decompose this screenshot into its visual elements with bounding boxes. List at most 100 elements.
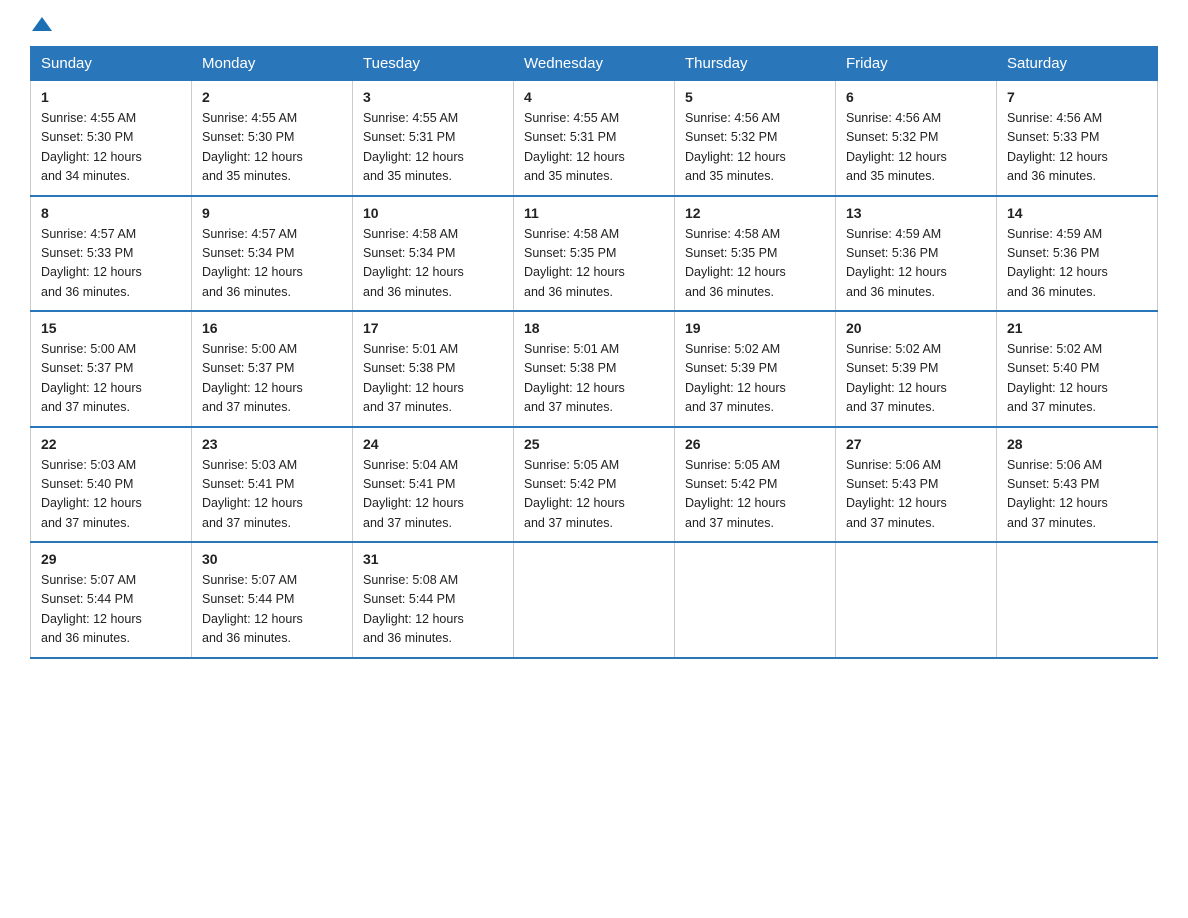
day-info: Sunrise: 5:00 AM Sunset: 5:37 PM Dayligh… bbox=[41, 340, 181, 418]
day-number: 31 bbox=[363, 551, 503, 567]
day-number: 2 bbox=[202, 89, 342, 105]
day-info: Sunrise: 4:56 AM Sunset: 5:32 PM Dayligh… bbox=[685, 109, 825, 187]
calendar-cell: 27 Sunrise: 5:06 AM Sunset: 5:43 PM Dayl… bbox=[836, 427, 997, 543]
calendar-cell: 11 Sunrise: 4:58 AM Sunset: 5:35 PM Dayl… bbox=[514, 196, 675, 312]
day-info: Sunrise: 4:56 AM Sunset: 5:32 PM Dayligh… bbox=[846, 109, 986, 187]
day-number: 13 bbox=[846, 205, 986, 221]
day-number: 18 bbox=[524, 320, 664, 336]
day-info: Sunrise: 5:02 AM Sunset: 5:39 PM Dayligh… bbox=[846, 340, 986, 418]
day-info: Sunrise: 5:01 AM Sunset: 5:38 PM Dayligh… bbox=[363, 340, 503, 418]
day-number: 28 bbox=[1007, 436, 1147, 452]
calendar-cell: 18 Sunrise: 5:01 AM Sunset: 5:38 PM Dayl… bbox=[514, 311, 675, 427]
calendar-cell: 20 Sunrise: 5:02 AM Sunset: 5:39 PM Dayl… bbox=[836, 311, 997, 427]
calendar-cell: 13 Sunrise: 4:59 AM Sunset: 5:36 PM Dayl… bbox=[836, 196, 997, 312]
calendar-cell: 29 Sunrise: 5:07 AM Sunset: 5:44 PM Dayl… bbox=[31, 542, 192, 658]
page-header bbox=[30, 20, 1158, 34]
day-info: Sunrise: 4:55 AM Sunset: 5:30 PM Dayligh… bbox=[41, 109, 181, 187]
day-number: 3 bbox=[363, 89, 503, 105]
calendar-table: Sunday Monday Tuesday Wednesday Thursday… bbox=[30, 46, 1158, 659]
day-info: Sunrise: 5:07 AM Sunset: 5:44 PM Dayligh… bbox=[41, 571, 181, 649]
day-info: Sunrise: 5:08 AM Sunset: 5:44 PM Dayligh… bbox=[363, 571, 503, 649]
calendar-cell: 2 Sunrise: 4:55 AM Sunset: 5:30 PM Dayli… bbox=[192, 81, 353, 196]
calendar-cell: 23 Sunrise: 5:03 AM Sunset: 5:41 PM Dayl… bbox=[192, 427, 353, 543]
day-info: Sunrise: 4:55 AM Sunset: 5:31 PM Dayligh… bbox=[363, 109, 503, 187]
logo bbox=[30, 20, 52, 34]
day-info: Sunrise: 4:55 AM Sunset: 5:30 PM Dayligh… bbox=[202, 109, 342, 187]
calendar-cell: 7 Sunrise: 4:56 AM Sunset: 5:33 PM Dayli… bbox=[997, 81, 1158, 196]
calendar-cell: 22 Sunrise: 5:03 AM Sunset: 5:40 PM Dayl… bbox=[31, 427, 192, 543]
day-number: 20 bbox=[846, 320, 986, 336]
calendar-cell: 8 Sunrise: 4:57 AM Sunset: 5:33 PM Dayli… bbox=[31, 196, 192, 312]
day-info: Sunrise: 5:02 AM Sunset: 5:39 PM Dayligh… bbox=[685, 340, 825, 418]
day-number: 22 bbox=[41, 436, 181, 452]
day-number: 8 bbox=[41, 205, 181, 221]
day-number: 26 bbox=[685, 436, 825, 452]
day-info: Sunrise: 5:06 AM Sunset: 5:43 PM Dayligh… bbox=[1007, 456, 1147, 534]
day-number: 1 bbox=[41, 89, 181, 105]
calendar-cell: 25 Sunrise: 5:05 AM Sunset: 5:42 PM Dayl… bbox=[514, 427, 675, 543]
day-number: 15 bbox=[41, 320, 181, 336]
col-monday: Monday bbox=[192, 47, 353, 81]
col-friday: Friday bbox=[836, 47, 997, 81]
calendar-header-row: Sunday Monday Tuesday Wednesday Thursday… bbox=[31, 47, 1158, 81]
day-info: Sunrise: 4:59 AM Sunset: 5:36 PM Dayligh… bbox=[846, 225, 986, 303]
day-number: 30 bbox=[202, 551, 342, 567]
day-info: Sunrise: 4:59 AM Sunset: 5:36 PM Dayligh… bbox=[1007, 225, 1147, 303]
calendar-cell: 6 Sunrise: 4:56 AM Sunset: 5:32 PM Dayli… bbox=[836, 81, 997, 196]
day-info: Sunrise: 4:56 AM Sunset: 5:33 PM Dayligh… bbox=[1007, 109, 1147, 187]
day-number: 10 bbox=[363, 205, 503, 221]
day-info: Sunrise: 5:02 AM Sunset: 5:40 PM Dayligh… bbox=[1007, 340, 1147, 418]
day-info: Sunrise: 5:00 AM Sunset: 5:37 PM Dayligh… bbox=[202, 340, 342, 418]
day-number: 21 bbox=[1007, 320, 1147, 336]
calendar-cell: 10 Sunrise: 4:58 AM Sunset: 5:34 PM Dayl… bbox=[353, 196, 514, 312]
calendar-cell: 4 Sunrise: 4:55 AM Sunset: 5:31 PM Dayli… bbox=[514, 81, 675, 196]
day-number: 23 bbox=[202, 436, 342, 452]
day-number: 25 bbox=[524, 436, 664, 452]
calendar-cell: 12 Sunrise: 4:58 AM Sunset: 5:35 PM Dayl… bbox=[675, 196, 836, 312]
day-number: 7 bbox=[1007, 89, 1147, 105]
day-number: 6 bbox=[846, 89, 986, 105]
calendar-cell: 1 Sunrise: 4:55 AM Sunset: 5:30 PM Dayli… bbox=[31, 81, 192, 196]
day-info: Sunrise: 5:05 AM Sunset: 5:42 PM Dayligh… bbox=[524, 456, 664, 534]
day-number: 14 bbox=[1007, 205, 1147, 221]
calendar-cell: 14 Sunrise: 4:59 AM Sunset: 5:36 PM Dayl… bbox=[997, 196, 1158, 312]
day-info: Sunrise: 5:01 AM Sunset: 5:38 PM Dayligh… bbox=[524, 340, 664, 418]
day-info: Sunrise: 4:57 AM Sunset: 5:34 PM Dayligh… bbox=[202, 225, 342, 303]
calendar-cell: 3 Sunrise: 4:55 AM Sunset: 5:31 PM Dayli… bbox=[353, 81, 514, 196]
day-info: Sunrise: 4:58 AM Sunset: 5:35 PM Dayligh… bbox=[524, 225, 664, 303]
calendar-cell: 9 Sunrise: 4:57 AM Sunset: 5:34 PM Dayli… bbox=[192, 196, 353, 312]
day-number: 9 bbox=[202, 205, 342, 221]
calendar-week-row: 15 Sunrise: 5:00 AM Sunset: 5:37 PM Dayl… bbox=[31, 311, 1158, 427]
day-number: 24 bbox=[363, 436, 503, 452]
day-info: Sunrise: 4:57 AM Sunset: 5:33 PM Dayligh… bbox=[41, 225, 181, 303]
day-number: 19 bbox=[685, 320, 825, 336]
calendar-cell bbox=[997, 542, 1158, 658]
logo-triangle-icon bbox=[32, 17, 52, 31]
calendar-week-row: 8 Sunrise: 4:57 AM Sunset: 5:33 PM Dayli… bbox=[31, 196, 1158, 312]
calendar-cell bbox=[675, 542, 836, 658]
day-number: 29 bbox=[41, 551, 181, 567]
day-info: Sunrise: 5:03 AM Sunset: 5:40 PM Dayligh… bbox=[41, 456, 181, 534]
day-number: 16 bbox=[202, 320, 342, 336]
day-info: Sunrise: 5:03 AM Sunset: 5:41 PM Dayligh… bbox=[202, 456, 342, 534]
calendar-cell: 30 Sunrise: 5:07 AM Sunset: 5:44 PM Dayl… bbox=[192, 542, 353, 658]
day-number: 11 bbox=[524, 205, 664, 221]
day-info: Sunrise: 4:58 AM Sunset: 5:35 PM Dayligh… bbox=[685, 225, 825, 303]
day-number: 5 bbox=[685, 89, 825, 105]
calendar-week-row: 22 Sunrise: 5:03 AM Sunset: 5:40 PM Dayl… bbox=[31, 427, 1158, 543]
day-info: Sunrise: 5:06 AM Sunset: 5:43 PM Dayligh… bbox=[846, 456, 986, 534]
calendar-cell bbox=[514, 542, 675, 658]
day-info: Sunrise: 5:05 AM Sunset: 5:42 PM Dayligh… bbox=[685, 456, 825, 534]
day-number: 4 bbox=[524, 89, 664, 105]
calendar-cell: 28 Sunrise: 5:06 AM Sunset: 5:43 PM Dayl… bbox=[997, 427, 1158, 543]
day-number: 12 bbox=[685, 205, 825, 221]
col-tuesday: Tuesday bbox=[353, 47, 514, 81]
calendar-cell: 16 Sunrise: 5:00 AM Sunset: 5:37 PM Dayl… bbox=[192, 311, 353, 427]
col-wednesday: Wednesday bbox=[514, 47, 675, 81]
calendar-cell: 15 Sunrise: 5:00 AM Sunset: 5:37 PM Dayl… bbox=[31, 311, 192, 427]
calendar-cell: 5 Sunrise: 4:56 AM Sunset: 5:32 PM Dayli… bbox=[675, 81, 836, 196]
day-info: Sunrise: 4:55 AM Sunset: 5:31 PM Dayligh… bbox=[524, 109, 664, 187]
day-info: Sunrise: 4:58 AM Sunset: 5:34 PM Dayligh… bbox=[363, 225, 503, 303]
calendar-cell: 21 Sunrise: 5:02 AM Sunset: 5:40 PM Dayl… bbox=[997, 311, 1158, 427]
calendar-cell: 19 Sunrise: 5:02 AM Sunset: 5:39 PM Dayl… bbox=[675, 311, 836, 427]
